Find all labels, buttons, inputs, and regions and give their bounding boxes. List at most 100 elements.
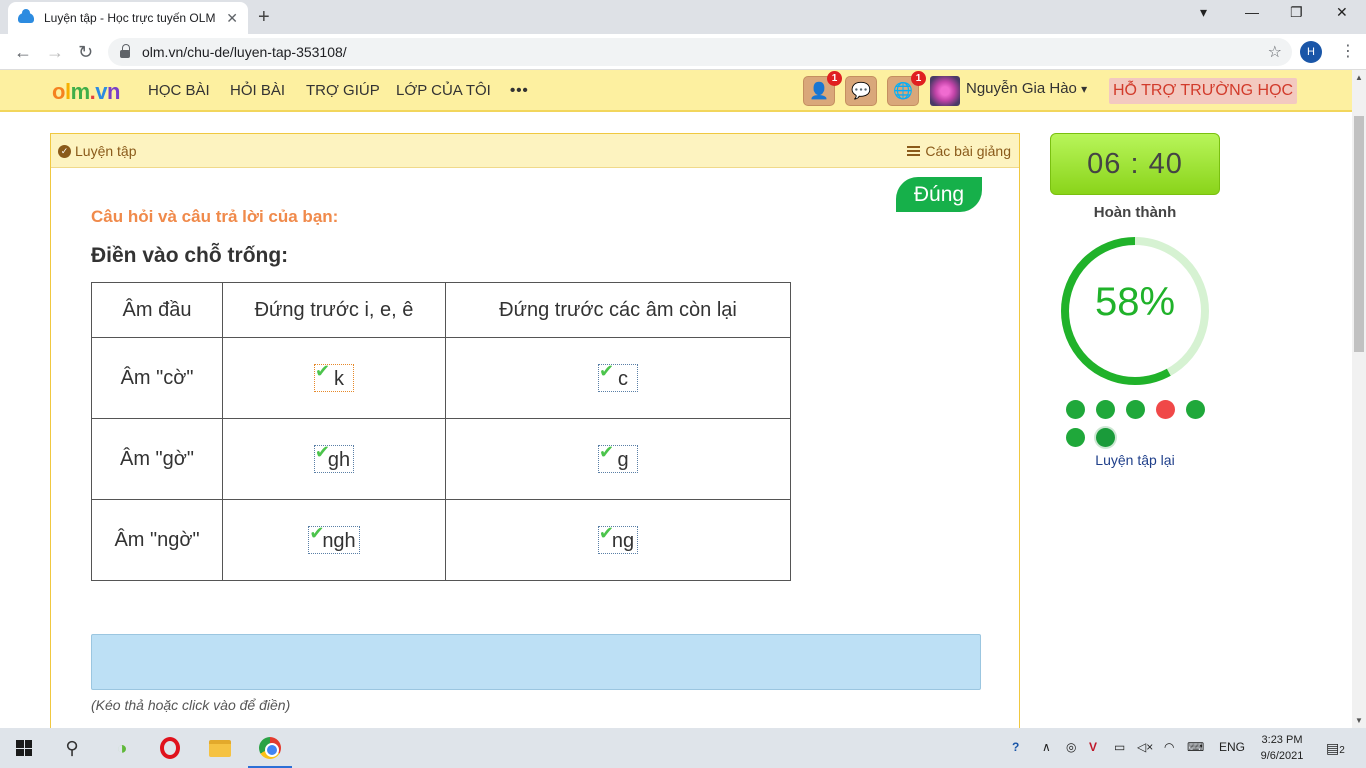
v-app-icon[interactable]: V [1089,740,1097,754]
card-header: ✓ Luyện tập Các bài giảng [51,134,1019,168]
clock-time: 3:23 PM [1261,734,1303,746]
question-dot[interactable] [1066,428,1085,447]
site-header: olm.vn HỌC BÀI HỎI BÀI TRỢ GIÚP LỚP CỦA … [0,70,1352,112]
close-tab-icon[interactable]: ✕ [226,10,238,27]
notification-count: 2 [1339,745,1345,756]
answer-blank[interactable]: ✔ k [314,361,354,392]
question-dot[interactable] [1096,400,1115,419]
notification-badge: 1 [911,71,926,86]
system-clock[interactable]: 3:23 PM 9/6/2021 [1252,732,1312,764]
wifi-icon[interactable]: ◠ [1164,740,1174,754]
answer-blank[interactable]: ✔ gh [313,442,355,473]
friend-badge: 1 [827,71,842,86]
answer-drop-zone[interactable] [91,634,981,690]
logo-letter: n [107,79,120,104]
fill-table: Âm đầu Đứng trước i, e, ê Đứng trước các… [91,282,791,581]
coccoc-icon[interactable]: ◑ [110,736,134,760]
tab-title: Luyện tập - Học trực tuyến OLM [44,11,216,25]
avatar[interactable] [930,76,960,106]
scroll-down-icon[interactable]: ▼ [1355,716,1363,725]
list-icon [907,146,921,156]
chevron-up-icon[interactable]: ∧ [1042,740,1051,754]
bookmark-star-icon[interactable]: ☆ [1268,42,1282,62]
table-row: Âm "ngờ" ✔ ngh ✔ ng [91,499,791,581]
logo-letter: m [70,79,91,104]
page-scrollbar[interactable]: ▲ ▼ [1352,70,1366,728]
logo-letter: v [95,79,108,104]
opera-icon[interactable] [158,736,182,760]
practice-label: Luyện tập [75,143,137,159]
help-icon[interactable]: ? [1012,740,1019,754]
back-icon[interactable]: ← [14,42,32,63]
url-input[interactable]: olm.vn/chu-de/luyen-tap-353108/ ☆ [108,38,1292,66]
browser-tabbar: Luyện tập - Học trực tuyến OLM ✕ + ▾ — ❐… [0,0,1366,34]
url-text: olm.vn/chu-de/luyen-tap-353108/ [142,44,347,60]
instruction-text: Điền vào chỗ trống: [91,244,289,267]
answer-blank[interactable]: ✔ g [598,443,638,473]
lock-icon [120,44,130,58]
globe-notification-icon[interactable]: 🌐 1 [887,71,926,106]
check-icon: ✔ [315,361,331,381]
answer-blank[interactable]: ✔ ngh [308,523,360,554]
start-button[interactable] [12,736,36,760]
browser-menu-icon[interactable]: ⋮ [1340,41,1356,61]
column-header: Đứng trước i, e, ê [222,282,446,338]
keyboard-icon[interactable]: ⌨ [1187,740,1204,754]
answer-cell: ✔ ng [445,499,791,581]
practice-tab[interactable]: ✓ Luyện tập [58,143,137,159]
exercise-card: ✓ Luyện tập Các bài giảng Đúng Câu hỏi v… [50,133,1020,733]
school-support-button[interactable]: HỖ TRỢ TRƯỜNG HỌC [1109,78,1298,104]
check-icon: ✔ [314,442,330,462]
user-menu[interactable]: Nguyễn Gia Hào ▾ [966,80,1087,97]
maximize-button[interactable]: ❐ [1290,4,1303,21]
row-label: Âm "cờ" [91,337,223,419]
question-dot[interactable] [1126,400,1145,419]
battery-icon[interactable]: ▭ [1114,740,1125,754]
user-name: Nguyễn Gia Hào [966,80,1077,97]
answer-blank[interactable]: ✔ c [598,361,638,392]
new-tab-button[interactable]: + [258,6,270,29]
menu-tro-giup[interactable]: TRỢ GIÚP [306,82,380,99]
question-dot[interactable] [1066,400,1085,419]
browser-tab[interactable]: Luyện tập - Học trực tuyến OLM ✕ [8,2,248,34]
drag-hint: (Kéo thả hoặc click vào để điền) [91,697,291,713]
webcam-icon[interactable]: ◎ [1066,740,1076,754]
menu-lop-cua-toi[interactable]: LỚP CỦA TÔI [396,82,491,99]
account-dropdown-icon[interactable]: ▾ [1200,4,1207,21]
add-friend-icon[interactable]: 👤 1 [803,71,842,106]
chat-icon[interactable]: 💬 [845,76,877,106]
notification-center-icon[interactable]: ▤2 [1326,740,1345,757]
olm-logo[interactable]: olm.vn [52,79,120,105]
question-dot[interactable] [1096,428,1115,447]
answer-cell: ✔ k [222,337,446,419]
reload-icon[interactable]: ↻ [78,42,93,63]
forward-icon[interactable]: → [46,42,64,63]
question-dot[interactable] [1186,400,1205,419]
minimize-button[interactable]: — [1245,4,1259,20]
file-explorer-icon[interactable] [208,736,232,760]
lessons-label: Các bài giảng [925,143,1011,159]
profile-avatar[interactable]: H [1300,41,1322,63]
check-icon: ✔ [309,523,325,543]
table-row: Âm "gờ" ✔ gh ✔ g [91,418,791,500]
menu-hoi-bai[interactable]: HỎI BÀI [230,82,285,99]
language-indicator[interactable]: ENG [1219,740,1245,754]
scrollbar-thumb[interactable] [1354,116,1364,352]
search-icon[interactable]: ⚲ [60,736,84,760]
answer-cell: ✔ c [445,337,791,419]
check-icon: ✔ [599,361,615,381]
lessons-link[interactable]: Các bài giảng [907,143,1011,159]
answer-blank[interactable]: ✔ ng [597,523,639,554]
question-dot[interactable] [1156,400,1175,419]
question-label: Câu hỏi và câu trả lời của bạn: [91,207,339,226]
close-window-button[interactable]: ✕ [1336,4,1348,21]
retry-link[interactable]: Luyện tập lại [1050,452,1220,468]
row-label: Âm "ngờ" [91,499,223,581]
menu-more[interactable]: ••• [510,82,529,99]
menu-hoc-bai[interactable]: HỌC BÀI [148,82,210,99]
check-icon: ✔ [598,523,614,543]
scroll-up-icon[interactable]: ▲ [1355,73,1363,82]
mute-icon[interactable]: ◁× [1137,740,1153,754]
answer-cell: ✔ gh [222,418,446,500]
chrome-icon[interactable] [258,736,282,760]
